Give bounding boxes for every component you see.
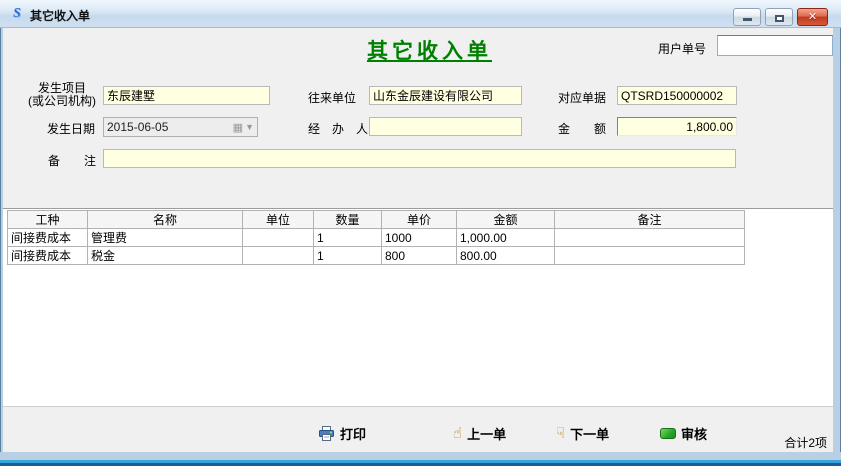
total-items-status: 合计2项 [784, 434, 827, 451]
project-label: 发生项目 (或公司机构) [16, 82, 108, 108]
printer-icon [318, 426, 335, 441]
minimize-button[interactable] [733, 8, 761, 26]
table-header-row: 工种 名称 单位 数量 单价 金额 备注 [8, 211, 745, 229]
amount-label: 金 额 [558, 120, 606, 137]
next-label: 下一单 [570, 424, 609, 443]
date-value: 2015-06-05 [104, 120, 233, 134]
chevron-down-icon[interactable]: ▼ [245, 122, 254, 132]
remark-input[interactable] [103, 149, 736, 168]
table-row[interactable]: 间接费成本 管理费 1 1000 1,000.00 [8, 229, 745, 247]
col-unit: 单位 [243, 211, 314, 229]
hand-up-icon: ☝ [453, 427, 462, 441]
detail-grid-area: 工种 名称 单位 数量 单价 金额 备注 间接费成本 管理费 1 1000 1,… [3, 208, 833, 406]
audit-label: 审核 [681, 424, 707, 443]
other-income-window: S 其它收入单 ✕ 其它收入单 用户单号 发生项目 (或公司机构) 往来单位 对… [0, 0, 841, 466]
project-input[interactable] [103, 86, 270, 105]
page-title: 其它收入单 [367, 35, 492, 65]
bottom-toolbar: 打印 ☝ 上一单 ☟ 下一单 审核 合计2项 [3, 406, 833, 452]
user-no-input[interactable] [717, 35, 833, 56]
col-remark: 备注 [555, 211, 745, 229]
minimize-icon [743, 18, 752, 21]
maximize-icon [775, 15, 784, 22]
counterparty-input[interactable] [369, 86, 522, 105]
previous-record-button[interactable]: ☝ 上一单 [453, 424, 506, 443]
handler-input[interactable] [369, 117, 522, 136]
remark-label: 备 注 [48, 152, 96, 169]
previous-label: 上一单 [467, 424, 506, 443]
close-icon: ✕ [808, 9, 817, 25]
table-row[interactable]: 间接费成本 税金 1 800 800.00 [8, 247, 745, 265]
counterparty-label: 往来单位 [308, 89, 356, 106]
close-button[interactable]: ✕ [797, 8, 828, 26]
date-label: 发生日期 [47, 120, 95, 137]
print-label: 打印 [340, 424, 366, 443]
col-price: 单价 [382, 211, 457, 229]
col-qty: 数量 [314, 211, 382, 229]
detail-table: 工种 名称 单位 数量 单价 金额 备注 间接费成本 管理费 1 1000 1,… [7, 210, 745, 265]
col-worktype: 工种 [8, 211, 88, 229]
doc-no-input[interactable] [617, 86, 737, 105]
window-border-right [833, 28, 841, 452]
amount-input[interactable] [617, 117, 737, 136]
next-record-button[interactable]: ☟ 下一单 [556, 424, 609, 443]
handler-label: 经 办 人 [308, 120, 368, 137]
maximize-button[interactable] [765, 8, 793, 26]
window-controls: ✕ [733, 8, 828, 26]
date-picker[interactable]: 2015-06-05 ▦ ▼ [103, 117, 258, 137]
window-title: 其它收入单 [30, 7, 90, 24]
green-badge-icon [660, 428, 676, 439]
doc-no-label: 对应单据 [558, 89, 606, 106]
app-logo-icon: S [9, 6, 25, 22]
hand-down-icon: ☟ [556, 427, 565, 441]
title-bar[interactable]: S 其它收入单 ✕ [0, 0, 841, 28]
audit-button[interactable]: 审核 [660, 424, 707, 443]
print-button[interactable]: 打印 [318, 424, 366, 443]
col-name: 名称 [88, 211, 243, 229]
user-no-label: 用户单号 [658, 40, 706, 57]
col-amount: 金额 [457, 211, 555, 229]
calendar-icon: ▦ [233, 121, 243, 134]
window-border-bottom [0, 452, 841, 466]
